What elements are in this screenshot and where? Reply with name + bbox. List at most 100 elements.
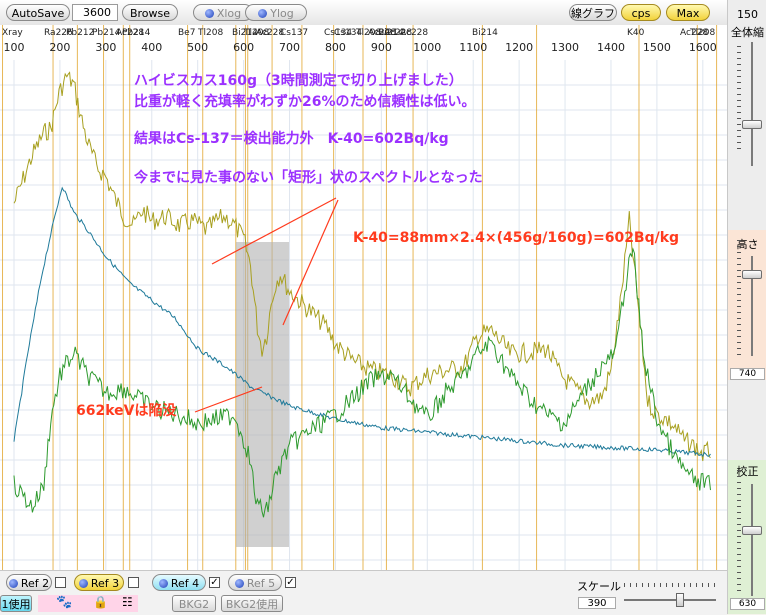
slider-tick [737, 500, 741, 501]
paw-icon[interactable]: 🐾 [56, 595, 72, 610]
height-label: 高さ [736, 238, 759, 251]
ref5-label: Ref 5 [246, 577, 276, 590]
use1-button[interactable]: 1使用 [0, 595, 32, 612]
ref5-checkbox[interactable]: ✓ [285, 577, 296, 588]
x-tick-label: 1000 [413, 41, 441, 54]
spectrum-plot[interactable]: Xray Ra226 Pb212 Pb214 Ac228 Pb214 Be7 Tl208 Bi2… [0, 25, 727, 570]
x-tick-label: 1200 [505, 41, 533, 54]
slider-tick [737, 330, 741, 331]
ref3-checkbox[interactable] [128, 577, 139, 588]
ref4-checkbox[interactable]: ✓ [209, 577, 220, 588]
zoom-slider[interactable] [728, 36, 766, 172]
slider-tick [737, 246, 741, 247]
ref2-checkbox[interactable] [55, 577, 66, 588]
slider-tick [737, 506, 741, 507]
autosave-button[interactable]: AutoSave [6, 4, 70, 21]
series-line [13, 247, 711, 518]
max-button[interactable]: Max [666, 4, 710, 21]
slider-tick [737, 118, 741, 119]
scale-tick [684, 583, 685, 587]
x-tick-label: 200 [49, 41, 70, 54]
xlog-button[interactable]: Xlog [193, 4, 253, 21]
line-graph-button[interactable]: 線グラフ [569, 4, 617, 21]
height-slider-thumb[interactable] [742, 270, 762, 279]
slider-tick [737, 566, 741, 567]
x-tick-label: 600 [233, 41, 254, 54]
slider-tick [737, 578, 741, 579]
slider-tick [737, 548, 741, 549]
nuclide-label: Bi214 [472, 28, 498, 38]
x-tick-label: 1400 [597, 41, 625, 54]
slider-tick [737, 82, 741, 83]
calib-value: 630 [730, 598, 765, 610]
document-icon[interactable]: ☷ [122, 595, 133, 609]
slider-tick [737, 88, 741, 89]
annotation-reliability: 比重が軽く充填率がわずか26%のため信頼性は低い。 [134, 94, 476, 110]
nuclide-label: Tl208 [689, 28, 715, 38]
ylog-radio-icon [258, 9, 268, 18]
time-field[interactable]: 3600 [72, 4, 118, 21]
ref3-button[interactable]: Ref 3 [74, 574, 124, 591]
slider-tick [737, 536, 741, 537]
slider-tick [737, 252, 741, 253]
scale-tick [642, 583, 643, 587]
slider-tick [737, 258, 741, 259]
lock-icon[interactable]: 🔒 [93, 595, 108, 609]
ref3-label: Ref 3 [90, 577, 120, 590]
slider-tick [737, 354, 741, 355]
x-tick-label: 1300 [551, 41, 579, 54]
slider-tick [737, 554, 741, 555]
slider-tick [737, 46, 741, 47]
slider-tick [737, 512, 741, 513]
slider-tick [737, 584, 741, 585]
slider-tick [737, 494, 741, 495]
ref4-button[interactable]: Ref 4 [152, 574, 206, 591]
scale-label: スケール [577, 580, 621, 593]
scale-slider[interactable] [620, 577, 720, 611]
slider-tick [737, 348, 741, 349]
calib-slider-thumb[interactable] [742, 526, 762, 535]
slider-tick [737, 318, 741, 319]
ref2-button[interactable]: Ref 2 [6, 574, 52, 591]
nuclide-label: K40 [627, 28, 645, 38]
bkg2-use-button[interactable]: BKG2使用 [221, 595, 283, 612]
bottom-bar: Ref 2 Ref 3 Ref 4 ✓ Ref 5 ✓ 1使用 🐾 🔒 ☷ BK… [0, 570, 727, 615]
scale-tick [702, 583, 703, 587]
ylog-button[interactable]: Ylog [245, 4, 307, 21]
annotation-k40: K-40=88mm×2.4×(456g/160g)=602Bq/kg [353, 230, 680, 246]
slider-tick [737, 106, 741, 107]
scale-tick [666, 583, 667, 587]
slider-tick [737, 336, 741, 337]
slider-tick [737, 64, 741, 65]
right-panel: 150 全体縮 高さ 740 校正 630 [727, 0, 766, 614]
slider-tick [737, 524, 741, 525]
x-tick-label: 100 [4, 41, 25, 54]
ref5-button[interactable]: Ref 5 [228, 574, 282, 591]
slider-tick [737, 276, 741, 277]
nuclide-label: Cs137 [280, 28, 308, 38]
scale-tick [696, 583, 697, 587]
annotation-dip: 662keVは陥没 [76, 403, 177, 419]
x-tick-label: 700 [279, 41, 300, 54]
cps-button[interactable]: cps [621, 4, 661, 21]
nuclide-label: Xray [2, 28, 23, 38]
slider-tick [737, 312, 741, 313]
slider-tick [737, 124, 741, 125]
slider-tick [737, 294, 741, 295]
slider-tick [737, 52, 741, 53]
zoom-value: 150 [737, 8, 758, 21]
x-tick-label: 1600 [689, 41, 717, 54]
scale-tick [708, 583, 709, 587]
x-tick-label: 900 [371, 41, 392, 54]
browse-button[interactable]: Browse [122, 4, 178, 21]
slider-tick [737, 530, 741, 531]
slider-tick [737, 70, 741, 71]
zoom-slider-thumb[interactable] [742, 120, 762, 129]
slider-tick [737, 282, 741, 283]
bkg2-button[interactable]: BKG2 [172, 595, 216, 612]
slider-tick [737, 488, 741, 489]
scale-slider-thumb[interactable] [676, 593, 684, 607]
scale-tick [672, 583, 673, 587]
ref5-radio-icon [234, 579, 244, 588]
nuclide-label: Ac228 [400, 28, 428, 38]
